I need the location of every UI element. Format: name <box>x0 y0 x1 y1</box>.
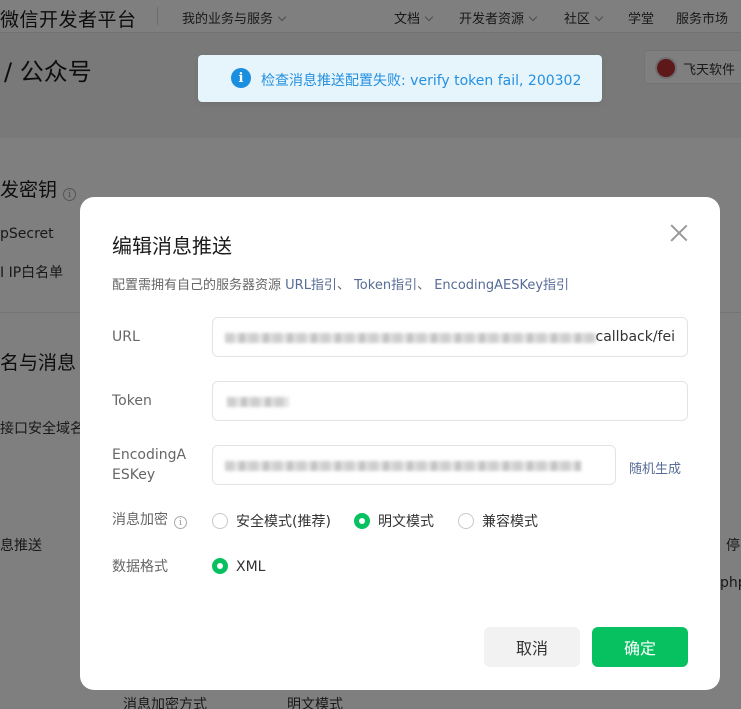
dialog-description: 配置需拥有自己的服务器资源 URL指引、 Token指引、 EncodingAE… <box>112 278 570 293</box>
close-icon[interactable] <box>668 222 690 244</box>
toast-message: 检查消息推送配置失败: verify token fail, 200302 <box>261 73 582 89</box>
info-icon[interactable]: i <box>174 516 187 529</box>
edit-message-push-dialog: 编辑消息推送 配置需拥有自己的服务器资源 URL指引、 Token指引、 Enc… <box>80 197 720 690</box>
radio-safe-mode[interactable]: 安全模式(推荐) <box>212 511 331 531</box>
info-icon: i <box>231 68 251 88</box>
format-label: 数据格式 <box>112 559 168 575</box>
encrypt-label-text: 消息加密 <box>112 512 168 528</box>
aeskey-label-line1: EncodingA <box>112 447 187 463</box>
url-field[interactable]: callback/fei <box>212 317 688 357</box>
aeskey-field[interactable] <box>212 445 616 485</box>
redacted-url <box>225 333 597 343</box>
description-text: 配置需拥有自己的服务器资源 <box>112 278 286 293</box>
radio-circle <box>458 513 474 529</box>
radio-circle-checked <box>354 513 370 529</box>
confirm-button[interactable]: 确定 <box>592 627 688 667</box>
redacted-token <box>227 397 289 407</box>
radio-label: 兼容模式 <box>482 514 538 530</box>
token-label: Token <box>112 393 152 409</box>
encrypt-label: 消息加密 i <box>112 510 187 530</box>
random-generate-link[interactable]: 随机生成 <box>629 458 681 477</box>
error-toast: i 检查消息推送配置失败: verify token fail, 200302 <box>198 55 602 102</box>
radio-label: XML <box>236 559 266 575</box>
aeskey-label-line2: ESKey <box>112 467 156 483</box>
redacted-aeskey <box>225 461 581 471</box>
aeskey-label: EncodingA ESKey <box>112 445 186 485</box>
radio-label: 明文模式 <box>378 514 434 530</box>
radio-label: 安全模式(推荐) <box>236 514 331 530</box>
url-value-tail: callback/fei <box>595 329 675 345</box>
url-label: URL <box>112 329 140 345</box>
radio-format-xml[interactable]: XML <box>212 558 265 575</box>
radio-circle <box>212 513 228 529</box>
aeskey-guide-link[interactable]: EncodingAESKey指引 <box>434 278 569 293</box>
token-guide-link[interactable]: Token指引 <box>354 278 417 293</box>
url-guide-link[interactable]: URL指引 <box>285 278 337 293</box>
radio-plaintext-mode[interactable]: 明文模式 <box>354 511 434 531</box>
cancel-button[interactable]: 取消 <box>484 627 580 667</box>
radio-circle-checked <box>212 558 228 574</box>
token-field[interactable] <box>212 381 688 421</box>
radio-compatible-mode[interactable]: 兼容模式 <box>458 511 538 531</box>
dialog-title: 编辑消息推送 <box>112 234 232 258</box>
